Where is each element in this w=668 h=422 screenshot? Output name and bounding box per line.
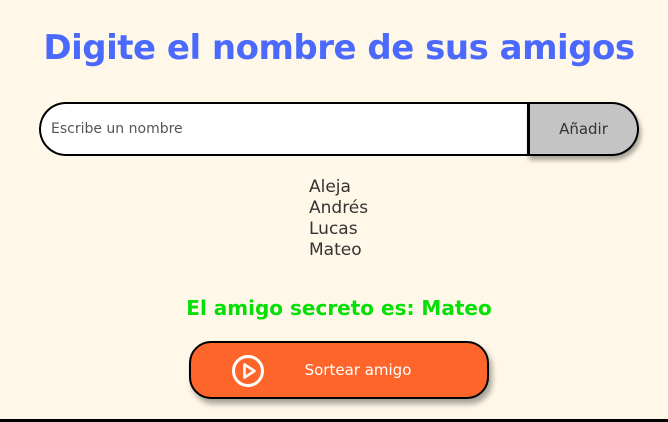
page-title: Digite el nombre de sus amigos bbox=[43, 28, 635, 68]
friend-list: Aleja Andrés Lucas Mateo bbox=[309, 177, 368, 261]
add-friend-form: Añadir bbox=[39, 102, 639, 156]
list-item: Andrés bbox=[309, 198, 369, 218]
result-text: El amigo secreto es: Mateo bbox=[186, 296, 492, 320]
add-button[interactable]: Añadir bbox=[527, 102, 639, 156]
draw-button-label: Sortear amigo bbox=[304, 361, 412, 379]
list-item: Lucas bbox=[309, 219, 358, 239]
list-item: Mateo bbox=[309, 240, 362, 260]
draw-button[interactable]: Sortear amigo bbox=[189, 341, 489, 399]
name-input[interactable] bbox=[39, 102, 527, 156]
list-item: Aleja bbox=[309, 177, 351, 197]
